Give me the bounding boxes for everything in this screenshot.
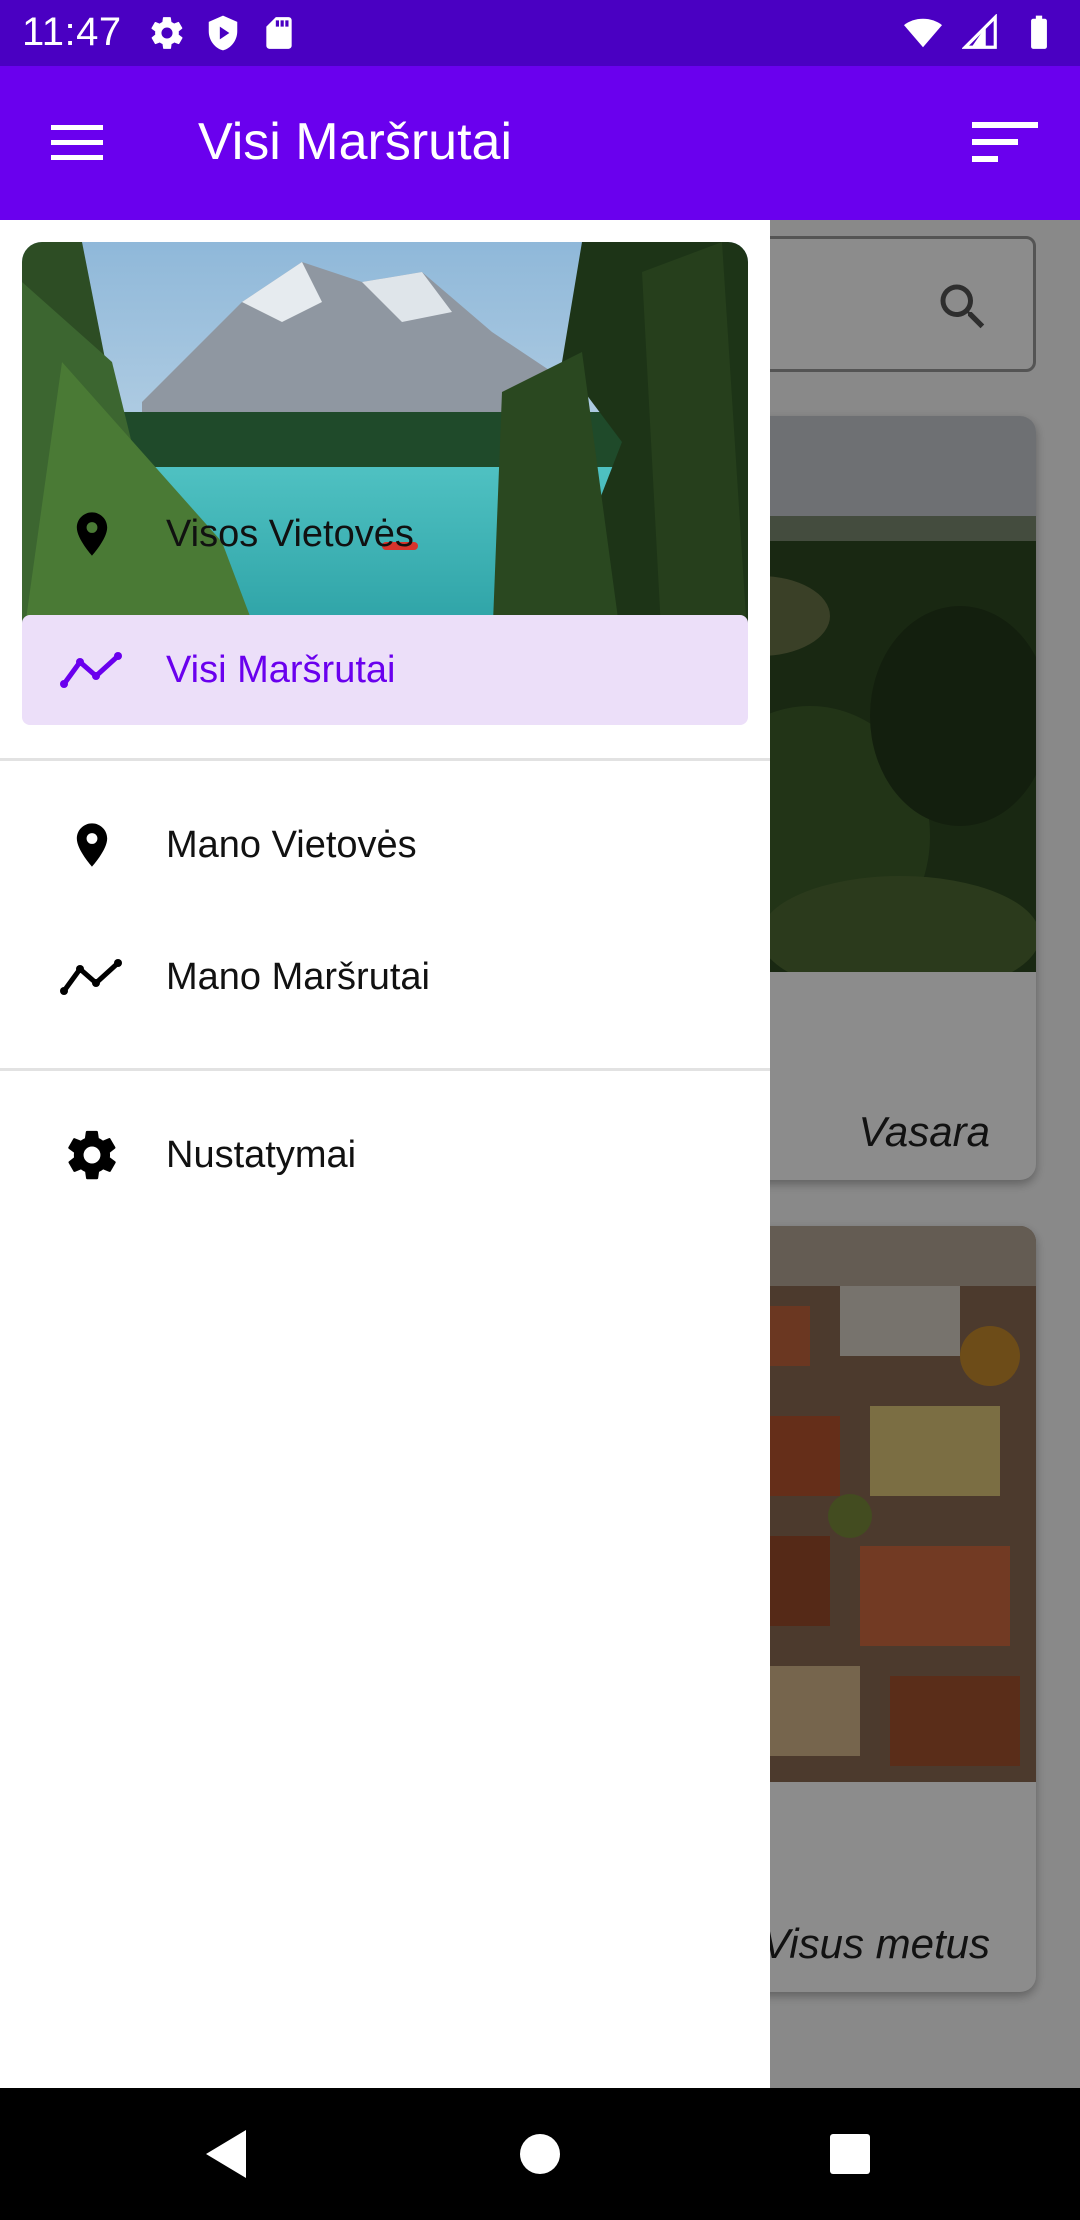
route-icon: [60, 638, 124, 702]
drawer-item-settings[interactable]: Nustatymai: [22, 1100, 748, 1210]
app-bar: Visi Maršrutai: [0, 66, 1080, 220]
route-icon: [60, 945, 124, 1009]
settings-gear-icon: [60, 1123, 124, 1187]
home-icon: [520, 2134, 560, 2174]
status-time: 11:47: [22, 10, 122, 54]
gear-icon: [151, 17, 183, 49]
drawer-item-label: Visos Vietovės: [166, 512, 414, 555]
sd-card-icon: [266, 17, 292, 49]
wifi-icon: [904, 18, 942, 48]
home-button[interactable]: [504, 2118, 576, 2190]
location-pin-icon: [60, 502, 124, 566]
page-title: Visi Maršrutai: [198, 113, 513, 171]
drawer-divider: [0, 1068, 770, 1071]
location-pin-icon: [60, 813, 124, 877]
drawer-item-all-locations[interactable]: Visos Vietovės: [22, 479, 748, 589]
menu-button[interactable]: [40, 110, 114, 176]
drawer-item-label: Visi Maršrutai: [166, 648, 396, 691]
drawer-item-my-locations[interactable]: Mano Vietovės: [22, 790, 748, 900]
recents-button[interactable]: [814, 2118, 886, 2190]
system-navigation-bar: [0, 2088, 1080, 2220]
drawer-item-all-routes[interactable]: Visi Maršrutai: [22, 615, 748, 725]
shield-play-icon: [208, 15, 238, 51]
recents-icon: [830, 2134, 870, 2174]
drawer-item-label: Nustatymai: [166, 1133, 357, 1176]
hamburger-menu-icon: [51, 125, 103, 160]
sort-button[interactable]: [960, 110, 1050, 176]
drawer-divider: [0, 758, 770, 761]
back-button[interactable]: [190, 2118, 262, 2190]
sort-icon: [972, 122, 1038, 162]
signal-icon: [962, 14, 997, 49]
back-icon: [206, 2130, 246, 2178]
battery-icon: [1031, 15, 1047, 49]
status-bar: 11:47: [0, 0, 1080, 66]
status-icons-left: [148, 14, 298, 52]
drawer-item-label: Mano Vietovės: [166, 823, 417, 866]
drawer-item-label: Mano Maršrutai: [166, 955, 430, 998]
navigation-drawer: Visos Vietovės Visi Maršrutai Mano Vieto…: [0, 220, 770, 2088]
drawer-item-my-routes[interactable]: Mano Maršrutai: [22, 922, 748, 1032]
status-icons-right: [904, 14, 1058, 52]
